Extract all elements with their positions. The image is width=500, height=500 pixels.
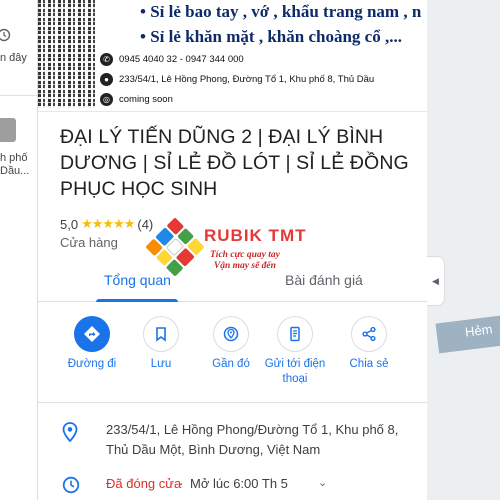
photo-phone-text: 0945 4040 32 - 0947 344 000 [119,54,244,65]
place-snippet[interactable]: h phố Dầu... [0,152,29,178]
directions-label: Đường đi [67,358,117,370]
collapse-panel-button[interactable]: ◀ [427,256,445,306]
nearby-icon [223,326,239,342]
chevron-left-icon: ◀ [432,275,439,286]
active-tab-indicator [96,299,178,302]
address-text: 233/54/1, Lê Hồng Phong/Đường Tổ 1, Khu … [106,422,399,457]
watermark-slogan-line-1: Tích cực quay tay [210,250,280,260]
save-button[interactable]: Lưu [126,316,196,372]
send-to-phone-button[interactable]: Gửi tới điện thoại [260,316,330,387]
photo-text-line-2: • Sỉ lẻ khăn mặt , khăn choàng cổ ,... [140,27,402,46]
place-title: ĐẠI LÝ TIẾN DŨNG 2 | ĐẠI LÝ BÌNH DƯƠNG |… [60,126,409,200]
recent-label[interactable]: n đây [0,52,27,64]
send-to-phone-icon [290,326,300,342]
watermark-slogan-line-2: Vận may sẽ đến [213,261,276,271]
status-separator: · [179,476,184,491]
divider [38,402,427,403]
nearby-label: Gần đó [212,358,250,370]
bookmark-icon [156,327,166,342]
left-results-panel: n đây h phố Dầu... [0,0,38,500]
photo-website-text: coming soon [119,94,173,105]
watermark-slogan: Tích cực quay tay Vận may sẽ đến [210,250,280,272]
photo-address-text: 233/54/1, Lê Hồng Phong, Đường Tổ 1, Khu… [119,74,375,85]
directions-button[interactable]: Đường đi [57,316,127,372]
place-category[interactable]: Cửa hàng [60,235,118,250]
watermark-logo: RUBIK TMT Tích cực quay tay Vận may sẽ đ… [145,217,350,280]
rubik-cube-icon [140,212,211,283]
place-thumbnail[interactable] [0,118,16,142]
globe-icon: ◎ [100,93,113,106]
star-rating-icon: ★★★★★ [81,216,135,231]
place-photo[interactable]: • Sỉ lẻ bao tay , vớ , khẩu trang nam , … [38,0,427,112]
watermark-brand: RUBIK TMT [204,226,307,245]
open-status: Đã đóng cửa [106,476,182,491]
directions-icon [84,326,100,342]
share-label: Chia sẻ [349,358,389,370]
clock-icon [0,28,11,42]
location-pin-icon [62,422,78,442]
nearby-button[interactable]: Gần đó [196,316,266,372]
share-icon [362,326,376,342]
share-button[interactable]: Chia sẻ [334,316,404,372]
next-open-time: Mở lúc 6:00 Th 5 [190,476,288,491]
phone-icon: ✆ [100,53,113,66]
place-snippet-line-1: h phố [0,152,28,164]
divider [0,95,37,96]
photo-website-line: ◎ coming soon [100,93,173,106]
map-canvas[interactable]: Hẻm [427,0,500,500]
chevron-down-icon[interactable]: ⌄ [318,476,327,489]
save-label: Lưu [150,358,172,370]
photo-address-line: ● 233/54/1, Lê Hồng Phong, Đường Tổ 1, K… [100,73,374,86]
location-icon: ● [100,73,113,86]
rating-value: 5,0 [60,216,79,232]
clock-icon [62,476,80,494]
action-buttons: Đường đi Lưu Gần đó Gửi tới điện thoại C… [38,316,427,392]
photo-phone-line: ✆ 0945 4040 32 - 0947 344 000 [100,53,244,66]
rating-row[interactable]: 5,0 ★★★★★ (4) [60,216,153,232]
photo-text-line-1: • Sỉ lẻ bao tay , vớ , khẩu trang nam , … [140,2,422,21]
place-snippet-line-2: Dầu... [0,165,30,177]
send-to-phone-label: Gửi tới điện thoại [264,358,326,385]
place-details-panel: • Sỉ lẻ bao tay , vớ , khẩu trang nam , … [38,0,427,500]
